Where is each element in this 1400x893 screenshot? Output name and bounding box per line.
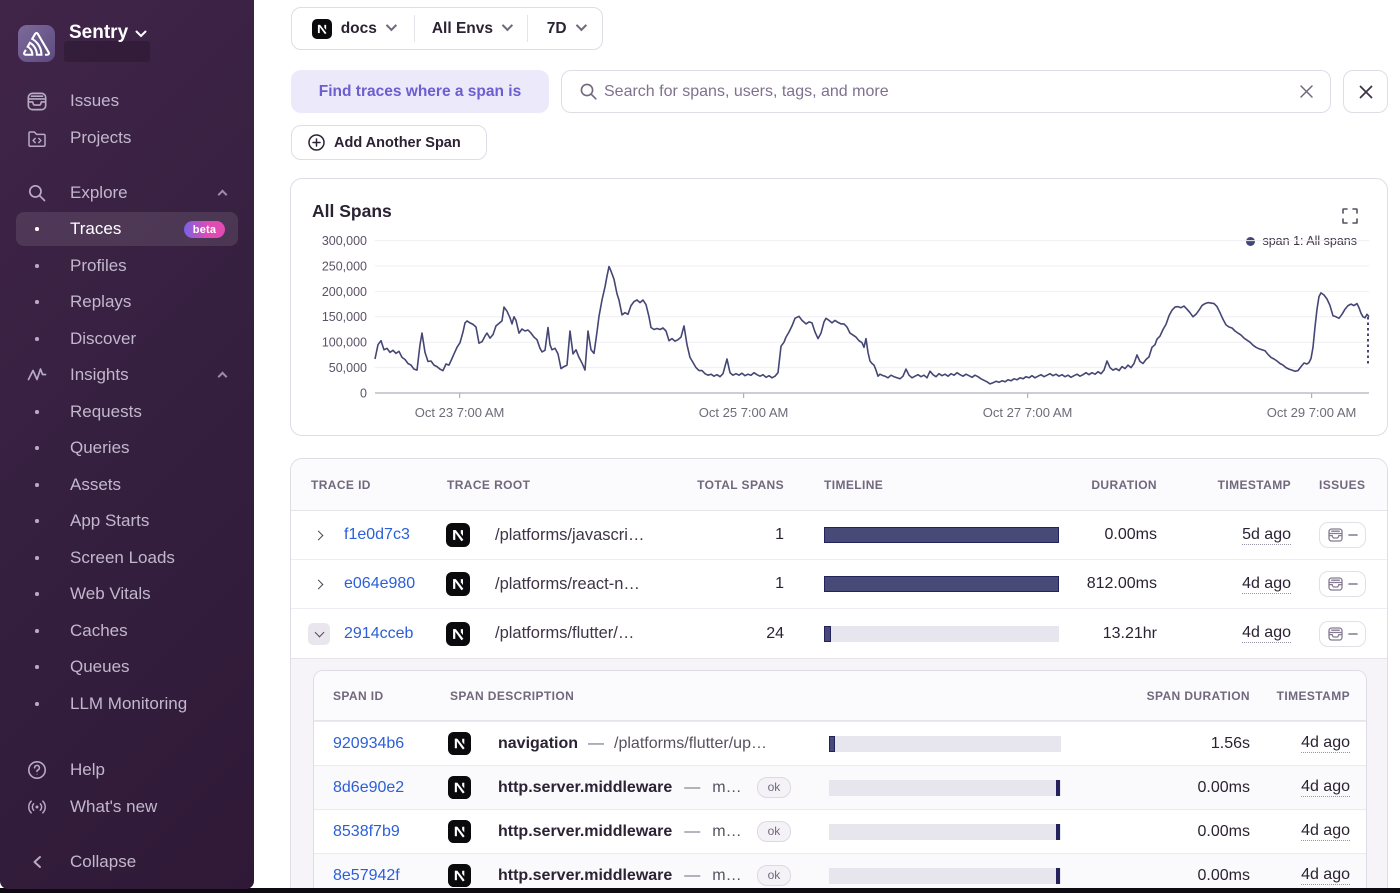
svg-text:Oct 27 7:00 AM: Oct 27 7:00 AM <box>983 405 1073 420</box>
svg-text:200,000: 200,000 <box>322 285 367 299</box>
svg-text:Oct 23 7:00 AM: Oct 23 7:00 AM <box>415 405 505 420</box>
svg-text:100,000: 100,000 <box>322 336 367 350</box>
svg-text:Oct 25 7:00 AM: Oct 25 7:00 AM <box>699 405 789 420</box>
svg-text:250,000: 250,000 <box>322 259 367 273</box>
svg-text:150,000: 150,000 <box>322 310 367 324</box>
svg-text:50,000: 50,000 <box>329 361 367 375</box>
svg-text:0: 0 <box>360 386 367 400</box>
svg-text:300,000: 300,000 <box>322 234 367 248</box>
svg-text:Oct 29 7:00 AM: Oct 29 7:00 AM <box>1267 405 1357 420</box>
